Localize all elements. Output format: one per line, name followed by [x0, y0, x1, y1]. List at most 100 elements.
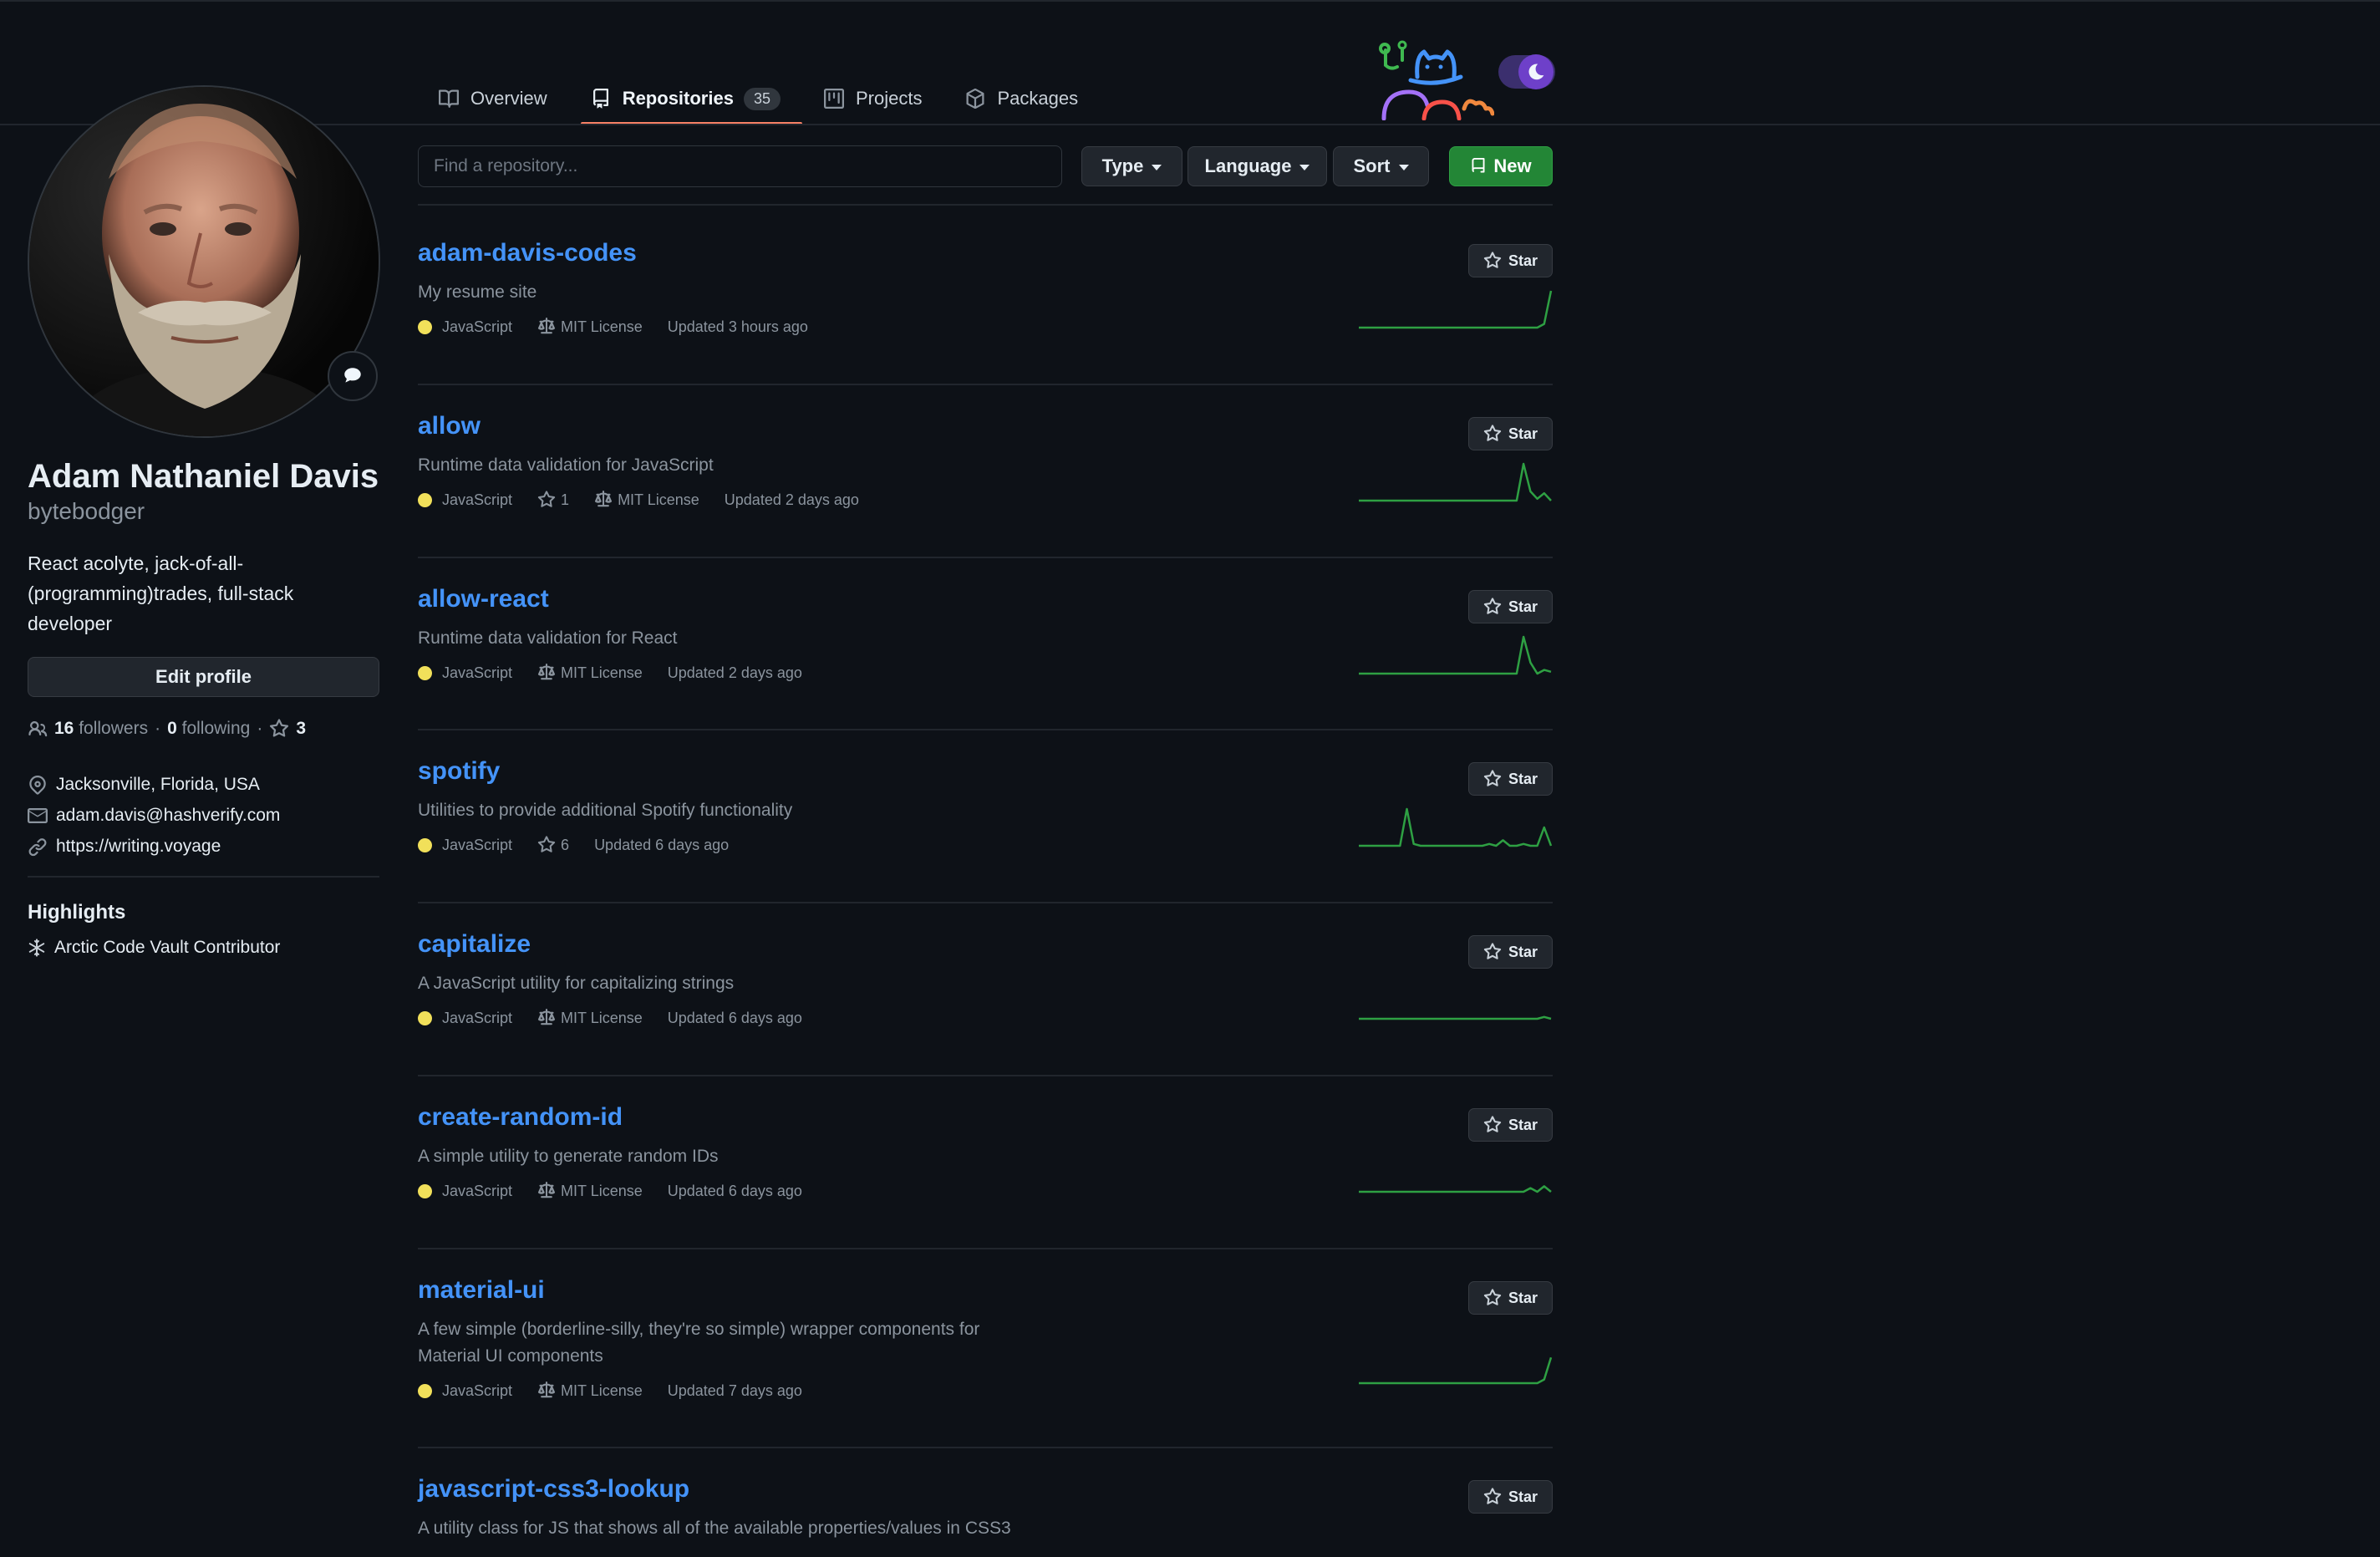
repo-name-link[interactable]: adam-davis-codes: [418, 239, 637, 267]
license-label: MIT License: [561, 1009, 643, 1026]
repo-divider: [418, 1447, 1553, 1448]
repo-language: JavaScript: [418, 1382, 512, 1400]
star-button-label: Star: [1508, 1116, 1538, 1133]
email-link[interactable]: adam.davis@hashverify.com: [56, 806, 280, 826]
star-icon: [1483, 252, 1502, 268]
website-link[interactable]: https://writing.voyage: [56, 837, 221, 857]
mail-icon: [28, 807, 48, 823]
followers-link[interactable]: 16 followers: [54, 719, 148, 739]
repo-divider: [418, 1248, 1553, 1249]
sparkline-path: [1359, 635, 1552, 675]
language-filter-button[interactable]: Language: [1187, 146, 1327, 186]
star-icon: [537, 836, 556, 852]
tab-projects[interactable]: Projects: [823, 74, 942, 124]
caret-down-icon: [1299, 164, 1310, 170]
activity-sparkline: [1359, 290, 1553, 329]
repo-language: JavaScript: [418, 664, 512, 682]
repo-stargazers-link[interactable]: 6: [537, 836, 569, 854]
sparkline-path: [1359, 462, 1552, 502]
law-scale-icon: [595, 491, 613, 507]
filter-divider: [418, 204, 1553, 206]
repo-meta: JavaScript MIT License Updated 6 days ago: [418, 1182, 827, 1200]
repo-license: MIT License: [537, 1381, 643, 1400]
activity-sparkline: [1357, 1524, 1553, 1557]
license-label: MIT License: [561, 318, 643, 335]
repo-divider: [418, 729, 1553, 730]
email-row[interactable]: adam.davis@hashverify.com: [28, 800, 280, 831]
repo-description: My resume site: [418, 282, 537, 302]
repo-name-link[interactable]: capitalize: [418, 930, 531, 959]
language-label: JavaScript: [442, 836, 513, 853]
repo-name-link[interactable]: javascript-css3-lookup: [418, 1475, 689, 1504]
followers-label: followers: [79, 719, 149, 738]
follow-stats: 16 followers · 0 following · 3: [28, 719, 306, 739]
starred-count[interactable]: 3: [296, 719, 306, 739]
repo-name-link[interactable]: allow: [418, 412, 481, 440]
language-label: JavaScript: [442, 1009, 513, 1026]
caret-down-icon: [1398, 164, 1409, 170]
tab-repositories[interactable]: Repositories 35: [580, 74, 803, 125]
github-profile-page: Overview Repositories 35 Projects Packag…: [0, 0, 2380, 1557]
repo-updated: Updated 6 days ago: [594, 836, 730, 853]
caret-down-icon: [1152, 164, 1162, 170]
repo-meta: JavaScript MIT License Updated 7 days ago: [418, 1381, 827, 1400]
repo-meta: JavaScript 1 MIT License Updated 2 days ago: [418, 491, 884, 509]
repo-meta: JavaScript 6 Updated 6 days ago: [418, 836, 754, 854]
repo-updated: Updated 6 days ago: [667, 1009, 802, 1026]
star-repo-button[interactable]: Star: [1468, 1480, 1553, 1514]
star-repo-button[interactable]: Star: [1468, 935, 1553, 969]
type-filter-button[interactable]: Type: [1081, 146, 1182, 186]
repo-divider: [418, 384, 1553, 385]
theme-toggle[interactable]: [1498, 54, 1555, 89]
repo-language: JavaScript: [418, 1010, 512, 1027]
tab-packages[interactable]: Packages: [965, 74, 1098, 124]
new-repo-button[interactable]: New: [1449, 146, 1553, 186]
repo-name-link[interactable]: spotify: [418, 757, 500, 786]
repo-updated: Updated 2 days ago: [724, 491, 859, 508]
star-repo-button[interactable]: Star: [1468, 417, 1553, 450]
law-scale-icon: [537, 1182, 556, 1198]
header-divider: [0, 124, 2380, 125]
star-repo-button[interactable]: Star: [1468, 244, 1553, 277]
repo-meta: JavaScript MIT License Updated 6 days ago: [418, 1009, 827, 1027]
repo-meta: JavaScript MIT License Updated 3 hours ago: [418, 318, 833, 336]
following-count: 0: [167, 719, 177, 738]
moon-icon: [1518, 54, 1554, 89]
repo-search-input[interactable]: [418, 145, 1062, 187]
language-color-dot: [418, 837, 432, 852]
following-link[interactable]: 0 following: [167, 719, 250, 739]
sparkline-path: [1359, 290, 1553, 329]
top-border: [0, 0, 2380, 2]
star-repo-button[interactable]: Star: [1468, 1281, 1553, 1315]
language-label: JavaScript: [442, 664, 513, 681]
people-icon: [28, 720, 48, 737]
edit-profile-button[interactable]: Edit profile: [28, 657, 379, 697]
repo-license: MIT License: [537, 1182, 643, 1200]
repo-name-link[interactable]: allow-react: [418, 585, 549, 613]
repo-name-link[interactable]: create-random-id: [418, 1103, 623, 1132]
repo-description: A utility class for JS that shows all of…: [418, 1519, 1011, 1538]
status-emoji-button[interactable]: [328, 351, 378, 401]
language-filter-label: Language: [1204, 155, 1292, 176]
website-row[interactable]: https://writing.voyage: [28, 831, 280, 862]
star-icon: [537, 491, 556, 507]
speech-bubble-icon: [344, 368, 361, 383]
activity-sparkline: [1359, 1015, 1552, 1020]
star-repo-button[interactable]: Star: [1468, 590, 1553, 623]
star-repo-button[interactable]: Star: [1468, 1108, 1553, 1142]
project-icon: [823, 89, 844, 109]
repo-stargazers-link[interactable]: 1: [537, 491, 569, 509]
highlight-arctic-vault[interactable]: Arctic Code Vault Contributor: [28, 938, 280, 958]
star-icon: [1483, 943, 1502, 959]
activity-sparkline: [1359, 462, 1552, 502]
repo-updated: Updated 3 hours ago: [667, 318, 808, 335]
repo-divider: [418, 557, 1553, 558]
tab-label: Projects: [855, 88, 923, 109]
avatar[interactable]: [28, 85, 380, 438]
sort-filter-button[interactable]: Sort: [1333, 146, 1429, 186]
repo-name-link[interactable]: material-ui: [418, 1276, 545, 1305]
sparkline-path: [1359, 807, 1553, 847]
star-repo-button[interactable]: Star: [1468, 762, 1553, 796]
language-color-dot: [418, 1383, 432, 1398]
tab-overview[interactable]: Overview: [439, 74, 567, 124]
